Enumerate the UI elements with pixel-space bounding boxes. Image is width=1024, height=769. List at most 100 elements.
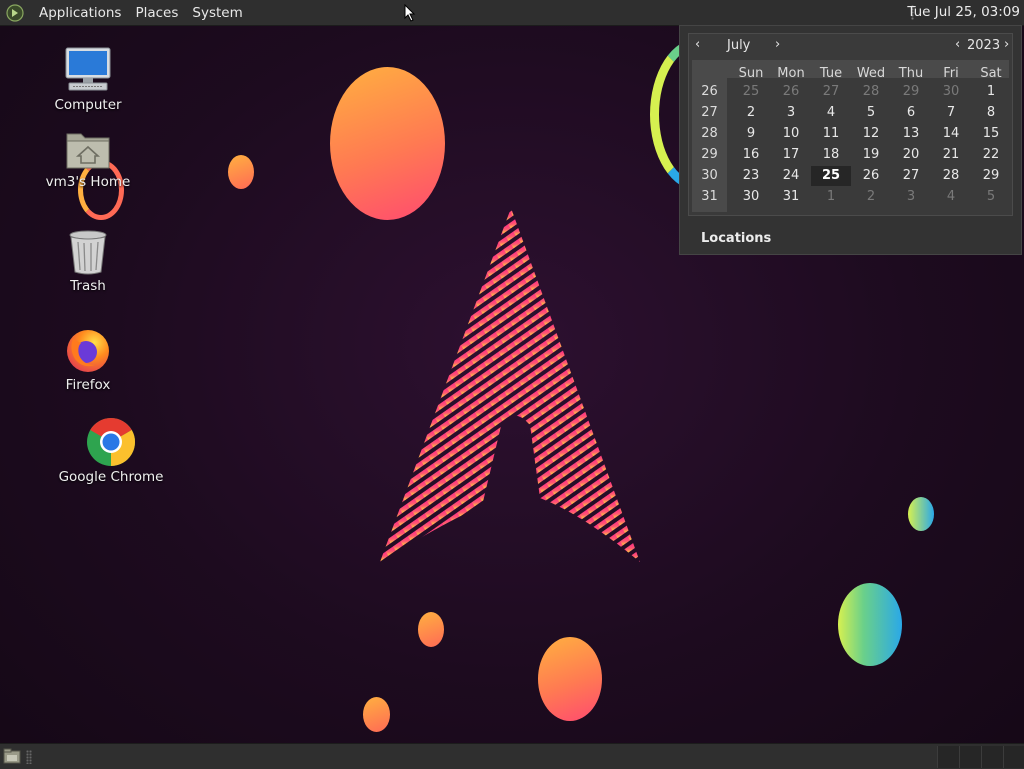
weekday-header: Sat [980,66,1002,81]
calendar-day[interactable]: 17 [771,145,811,165]
calendar-day[interactable]: 4 [931,187,971,207]
calendar-day[interactable]: 23 [731,166,771,186]
calendar-day[interactable]: 10 [771,124,811,144]
workspace-switcher-3[interactable] [981,746,1003,768]
week-number: 26 [701,84,718,99]
calendar-popup: ‹ July › ‹ 2023 › Sun Mon Tue Wed Thu Fr… [679,25,1022,255]
calendar-day[interactable]: 3 [771,103,811,123]
calendar-day[interactable]: 21 [931,145,971,165]
calendar-day[interactable]: 25 [731,82,771,102]
calendar-day[interactable]: 26 [771,82,811,102]
wallpaper-orb [330,67,445,220]
calendar-day[interactable]: 6 [891,103,931,123]
weekday-header: Thu [898,66,924,81]
weekday-header: Tue [819,66,843,81]
wallpaper-orb [908,497,934,531]
computer-icon [65,47,111,91]
prev-year-button[interactable]: ‹ [955,37,960,52]
prev-month-button[interactable]: ‹ [695,37,700,52]
wallpaper-orb [228,155,254,189]
desktop-icon-chrome[interactable]: Google Chrome [56,417,166,485]
desktop-icon-firefox[interactable]: Firefox [33,325,143,393]
calendar-day[interactable]: 7 [931,103,971,123]
desktop-icon-label: Trash [70,278,106,294]
applications-menu[interactable]: Applications [32,5,128,21]
show-desktop-icon[interactable] [3,748,21,765]
arch-logo-wallpaper [380,208,640,562]
calendar-widget: ‹ July › ‹ 2023 › Sun Mon Tue Wed Thu Fr… [688,33,1013,216]
weekday-header: Mon [777,66,805,81]
calendar-day[interactable]: 28 [851,82,891,102]
calendar-day[interactable]: 4 [811,103,851,123]
workspace-switcher-1[interactable] [937,746,959,768]
clock-applet[interactable]: Tue Jul 25, 03:09 [907,0,1020,25]
calendar-day[interactable]: 30 [931,82,971,102]
chrome-icon [87,417,136,466]
wallpaper-orb [838,583,902,666]
calendar-day[interactable]: 14 [931,124,971,144]
calendar-day[interactable]: 29 [891,82,931,102]
system-menu[interactable]: System [185,5,249,21]
calendar-day[interactable]: 1 [971,82,1011,102]
calendar-day[interactable]: 27 [811,82,851,102]
calendar-header: ‹ July › ‹ 2023 › [689,34,1012,58]
mate-menu-icon[interactable] [6,3,24,22]
calendar-day[interactable]: 22 [971,145,1011,165]
workspace-switcher-2[interactable] [959,746,981,768]
wallpaper-orb [363,697,390,732]
calendar-day[interactable]: 19 [851,145,891,165]
week-number: 30 [701,168,718,183]
calendar-day[interactable]: 5 [851,103,891,123]
calendar-day[interactable]: 2 [851,187,891,207]
weekday-header: Fri [943,66,959,81]
wallpaper-orb [538,637,602,721]
places-menu[interactable]: Places [128,5,185,21]
wallpaper-orb [418,612,444,647]
firefox-icon [67,330,109,372]
calendar-day[interactable]: 31 [771,187,811,207]
calendar-day[interactable]: 3 [891,187,931,207]
week-number: 28 [701,126,718,141]
calendar-day[interactable]: 12 [851,124,891,144]
calendar-day[interactable]: 20 [891,145,931,165]
desktop-icon-trash[interactable]: Trash [33,228,143,294]
calendar-day[interactable]: 29 [971,166,1011,186]
desktop-icon-computer[interactable]: Computer [33,45,143,113]
next-month-button[interactable]: › [775,37,780,52]
calendar-day[interactable]: 24 [771,166,811,186]
calendar-day[interactable]: 26 [851,166,891,186]
calendar-day[interactable]: 8 [971,103,1011,123]
weekday-header: Wed [856,66,886,81]
bottom-panel [0,743,1024,769]
week-number: 31 [701,189,718,204]
calendar-day[interactable]: 27 [891,166,931,186]
locations-expander[interactable]: Locations [701,231,771,246]
calendar-day[interactable]: 11 [811,124,851,144]
calendar-day[interactable]: 18 [811,145,851,165]
calendar-day[interactable]: 9 [731,124,771,144]
calendar-day[interactable]: 5 [971,187,1011,207]
calendar-day-today[interactable]: 25 [811,166,851,186]
calendar-year-label: 2023 [967,38,1001,53]
next-year-button[interactable]: › [1004,37,1009,52]
desktop-icon-label: vm3's Home [45,174,131,190]
desktop-icon-label: Firefox [65,377,111,393]
calendar-day[interactable]: 28 [931,166,971,186]
calendar-day[interactable]: 1 [811,187,851,207]
calendar-day[interactable]: 16 [731,145,771,165]
week-number: 27 [701,105,718,120]
top-panel: Applications Places System Tue Jul 25, 0… [0,0,1024,26]
week-number: 29 [701,147,718,162]
calendar-day[interactable]: 13 [891,124,931,144]
calendar-day[interactable]: 30 [731,187,771,207]
calendar-day[interactable]: 15 [971,124,1011,144]
weekday-header: Sun [738,66,764,81]
calendar-day[interactable]: 2 [731,103,771,123]
calendar-month-label: July [727,38,751,53]
workspace-switcher-4[interactable] [1003,746,1024,768]
panel-handle [26,750,32,764]
desktop-icon-home[interactable]: vm3's Home [33,128,143,190]
trash-icon [69,230,107,275]
mouse-cursor-icon [404,4,416,22]
desktop-icon-label: Computer [54,97,122,113]
